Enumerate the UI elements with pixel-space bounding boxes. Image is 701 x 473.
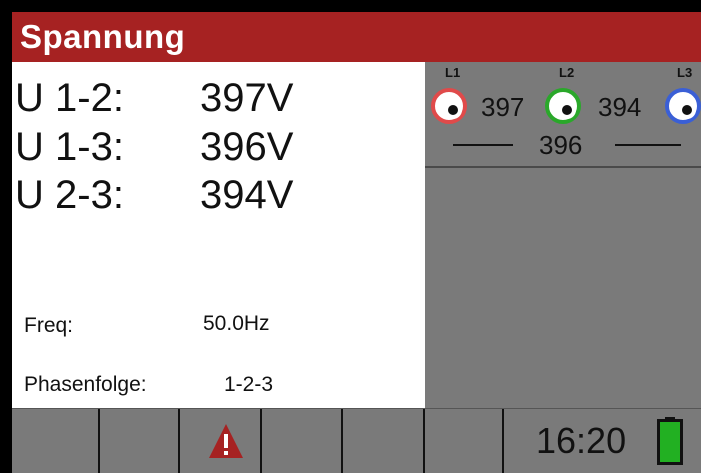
separator	[502, 409, 504, 473]
l2-l3-voltage: 394	[598, 92, 642, 122]
freq-value: 50.0Hz	[203, 312, 270, 335]
freq-label: Freq:	[24, 314, 74, 337]
voltage-value: 394V	[200, 173, 294, 217]
function-key-bar: 16:20	[12, 408, 701, 473]
l1-l3-voltage: 396	[539, 130, 583, 160]
l1-l3-connector-left	[453, 144, 513, 146]
meter-screen: Spannung U 1-2: 397V U 1-3: 396V U 2-3: …	[0, 0, 701, 473]
voltage-label: U 1-3:	[15, 125, 124, 169]
voltage-panel: U 1-2: 397V U 1-3: 396V U 2-3: 394V Freq…	[12, 62, 425, 408]
phase-sequence-value: 1-2-3	[224, 373, 274, 396]
phase-l2-terminal-icon	[545, 88, 581, 124]
clock: 16:20	[536, 420, 627, 461]
header-bar: Spannung	[12, 12, 701, 62]
voltage-value: 397V	[200, 76, 294, 120]
phase-l3-label: L3	[677, 65, 693, 80]
separator	[341, 409, 343, 473]
separator	[260, 409, 262, 473]
empty-panel	[425, 168, 701, 408]
battery-full-icon	[657, 417, 683, 465]
phase-l3-terminal-icon	[665, 88, 701, 124]
warning-triangle-icon	[209, 424, 243, 458]
separator	[178, 409, 180, 473]
voltage-label: U 1-2:	[15, 76, 124, 120]
page-title: Spannung	[20, 18, 186, 55]
voltage-value: 396V	[200, 125, 294, 169]
phase-diagram: L1 L2 L3 397 394 396	[425, 62, 701, 166]
l1-l3-connector-right	[615, 144, 681, 146]
l1-l2-voltage: 397	[481, 92, 525, 122]
separator	[98, 409, 100, 473]
phase-l1-label: L1	[445, 65, 461, 80]
phase-sequence-label: Phasenfolge:	[24, 373, 147, 396]
separator	[423, 409, 425, 473]
phase-l2-label: L2	[559, 65, 575, 80]
voltage-label: U 2-3:	[15, 173, 124, 217]
phase-l1-terminal-icon	[431, 88, 467, 124]
